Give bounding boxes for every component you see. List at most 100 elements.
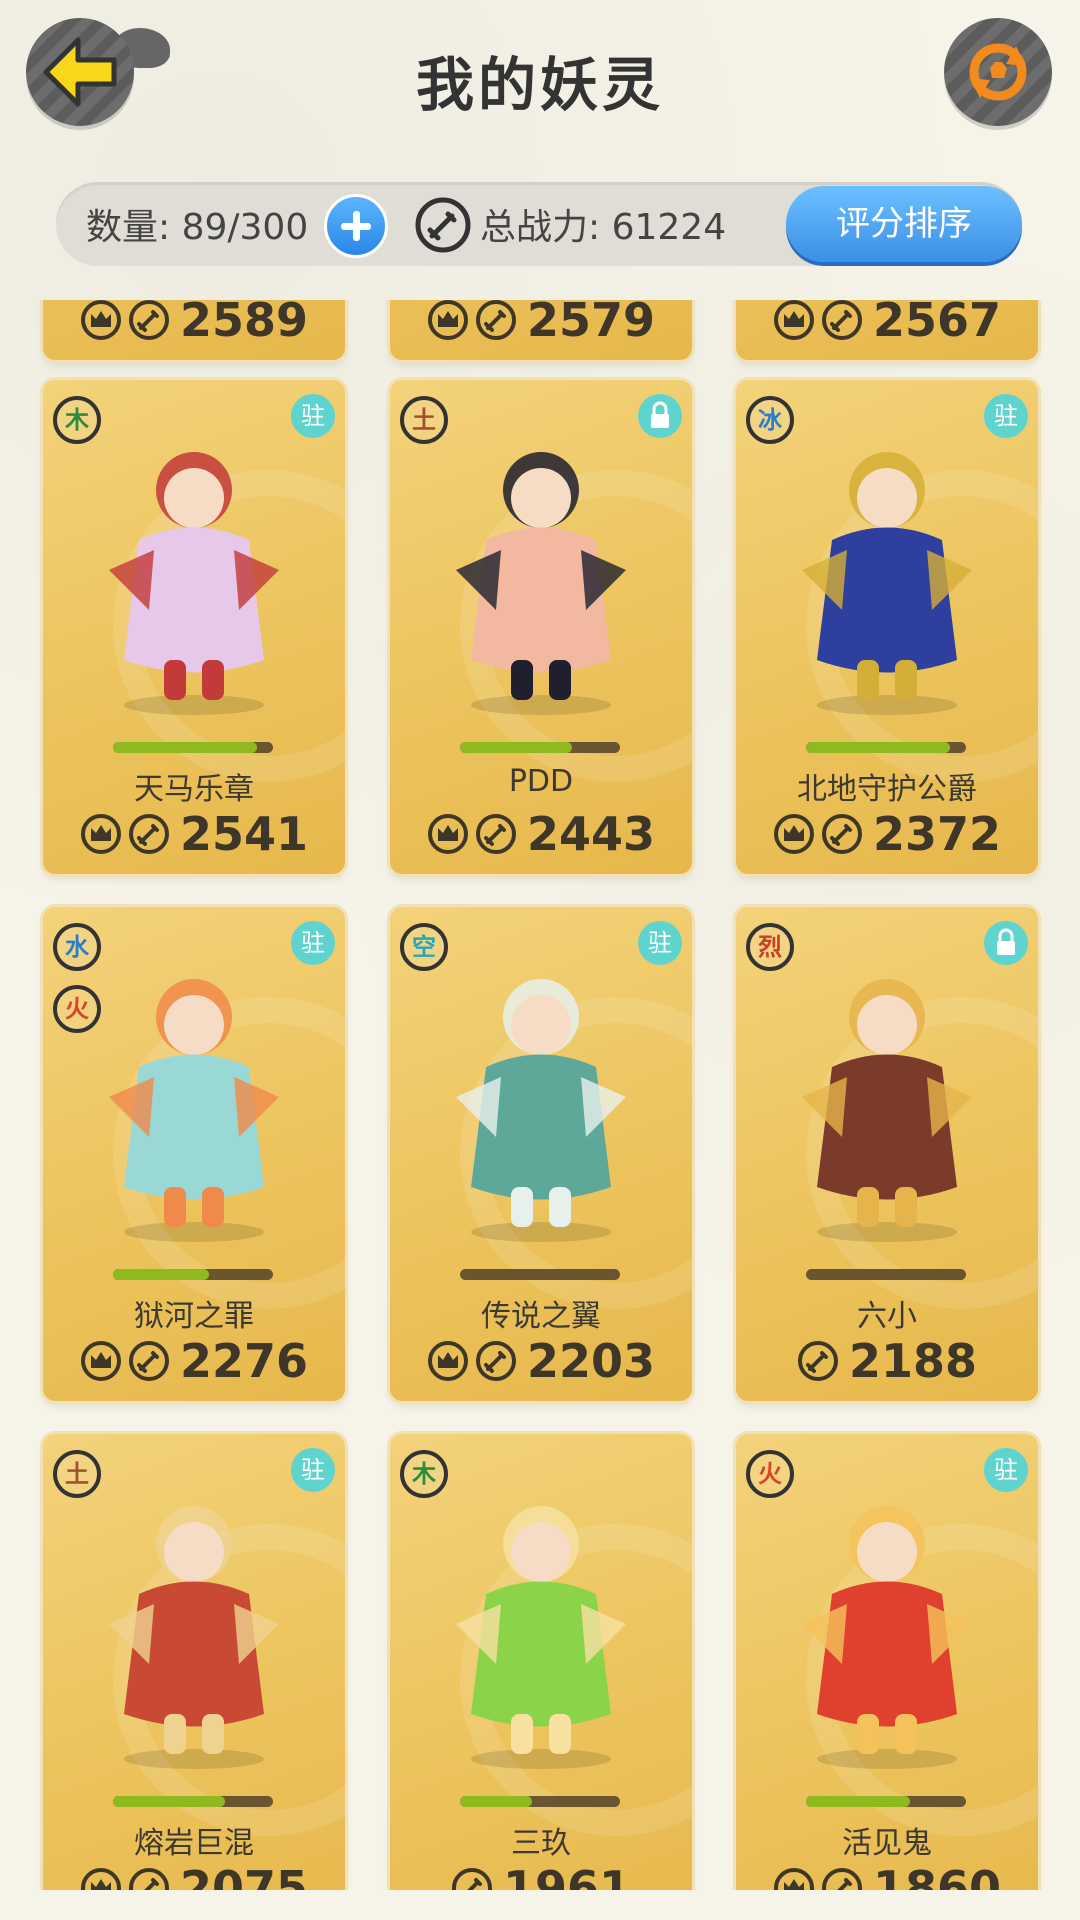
yaoling-card[interactable]: 冰 驻北地守护公爵 2372: [736, 380, 1038, 874]
card-power: 2443: [526, 807, 656, 861]
stat-row: 2276: [43, 1334, 345, 1388]
card-power: 1961: [502, 1861, 632, 1890]
yaoling-card[interactable]: 火 驻活见鬼 1860: [736, 1434, 1038, 1890]
element-badge: 冰: [746, 396, 794, 444]
hp-bar: [113, 742, 273, 753]
card-name: 天马乐章: [134, 772, 254, 807]
crown-icon: [80, 814, 121, 854]
element-badge: 火: [53, 985, 101, 1033]
card-name: PDD: [508, 764, 574, 799]
card-power: 2203: [526, 1334, 656, 1388]
element-badge: 水: [53, 923, 101, 971]
sword-icon: [128, 300, 169, 340]
station-badge: 驻: [291, 921, 335, 965]
stat-row: 2075: [43, 1861, 345, 1890]
stat-row: 1961: [390, 1861, 692, 1890]
character-art: [802, 1506, 972, 1769]
card-name: 传说之翼: [481, 1299, 601, 1334]
crown-icon: [80, 1341, 121, 1381]
element-badge: 土: [400, 396, 448, 444]
crown-icon: [427, 300, 468, 340]
lock-icon: [638, 394, 682, 438]
yaoling-card-partial[interactable]: 2589: [43, 300, 345, 360]
hp-bar: [460, 1269, 620, 1280]
card-power: 2276: [179, 1334, 309, 1388]
total-power-label: 总战力: 61224: [480, 207, 727, 248]
card-power: 2541: [179, 807, 309, 861]
info-bar: 数量: 89/300 总战力: 61224 评分排序: [56, 182, 1022, 266]
element-badge: 烈: [746, 923, 794, 971]
element-badge: 火: [746, 1450, 794, 1498]
character-art: [109, 1506, 279, 1769]
crown-icon: [427, 1341, 468, 1381]
sword-icon: [821, 1868, 862, 1890]
stat-row: 2579: [390, 300, 692, 347]
yaoling-card[interactable]: 空 驻传说之翼 2203: [390, 907, 692, 1401]
card-name: 活见鬼: [842, 1826, 932, 1861]
card-name: 狱河之罪: [134, 1299, 254, 1334]
stat-row: 2443: [390, 807, 692, 861]
card-power: 2567: [872, 300, 1002, 347]
page-title: 我的妖灵: [415, 51, 664, 119]
yaoling-card[interactable]: 土 PDD 2443: [390, 380, 692, 874]
sword-icon: [475, 1341, 516, 1381]
yaoling-card[interactable]: 水火 驻狱河之罪 2276: [43, 907, 345, 1401]
stat-row: 2203: [390, 1334, 692, 1388]
sword-icon: [128, 814, 169, 854]
sword-icon: [821, 300, 862, 340]
hp-bar: [806, 742, 966, 753]
card-name: 三玖: [511, 1826, 571, 1861]
crown-icon: [80, 300, 121, 340]
crown-icon: [773, 1868, 814, 1890]
character-art: [802, 452, 972, 715]
yaoling-card[interactable]: 木三玖 1961: [390, 1434, 692, 1890]
element-badge: 空: [400, 923, 448, 971]
count-label: 数量: 89/300: [86, 207, 309, 248]
sword-icon: [821, 814, 862, 854]
sort-by-score-button[interactable]: 评分排序: [786, 186, 1022, 262]
lock-icon: [984, 921, 1028, 965]
yaoling-card[interactable]: 土 驻熔岩巨混 2075: [43, 1434, 345, 1890]
card-power: 2372: [872, 807, 1002, 861]
card-power: 2589: [179, 300, 309, 347]
station-badge: 驻: [291, 1448, 335, 1492]
sword-icon: [475, 300, 516, 340]
crown-icon: [427, 814, 468, 854]
yaoling-grid[interactable]: 2589 2579 2567 木驻天马乐章 2541 土 PDD 2443 冰驻北地守护公爵 23…: [0, 300, 1080, 1890]
stat-row: 2188: [736, 1334, 1038, 1388]
yaoling-card[interactable]: 烈六小 2188: [736, 907, 1038, 1401]
card-power: 1860: [872, 1861, 1002, 1890]
add-capacity-button[interactable]: [324, 194, 388, 258]
refresh-button[interactable]: [944, 18, 1052, 126]
yaoling-card-partial[interactable]: 2567: [736, 300, 1038, 360]
yaoling-card[interactable]: 木 驻天马乐章 2541: [43, 380, 345, 874]
element-badge: 木: [53, 396, 101, 444]
character-art: [456, 1506, 626, 1769]
character-art: [802, 979, 972, 1242]
yaoling-collection-screen: 我的妖灵 数量: 89/300 总战力: 61224 评分排序 2589 2579…: [0, 0, 1080, 1920]
station-badge: 驻: [291, 394, 335, 438]
stat-row: 2589: [43, 300, 345, 347]
crown-icon: [773, 300, 814, 340]
station-badge: 驻: [638, 921, 682, 965]
card-name: 北地守护公爵: [797, 772, 977, 807]
card-name: 熔岩巨混: [134, 1826, 254, 1861]
sword-icon: [415, 197, 471, 253]
refresh-icon: [969, 43, 1027, 101]
element-badge: 土: [53, 1450, 101, 1498]
hp-bar: [806, 1796, 966, 1807]
stat-row: 2567: [736, 300, 1038, 347]
stat-row: 1860: [736, 1861, 1038, 1890]
character-art: [109, 452, 279, 715]
card-name: 六小: [857, 1299, 917, 1334]
sword-icon: [451, 1868, 492, 1890]
yaoling-card-partial[interactable]: 2579: [390, 300, 692, 360]
hp-bar: [113, 1269, 273, 1280]
sword-icon: [128, 1341, 169, 1381]
character-art: [456, 452, 626, 715]
stat-row: 2541: [43, 807, 345, 861]
sword-icon: [475, 814, 516, 854]
crown-icon: [80, 1868, 121, 1890]
element-badge: 木: [400, 1450, 448, 1498]
card-power: 2579: [526, 300, 656, 347]
